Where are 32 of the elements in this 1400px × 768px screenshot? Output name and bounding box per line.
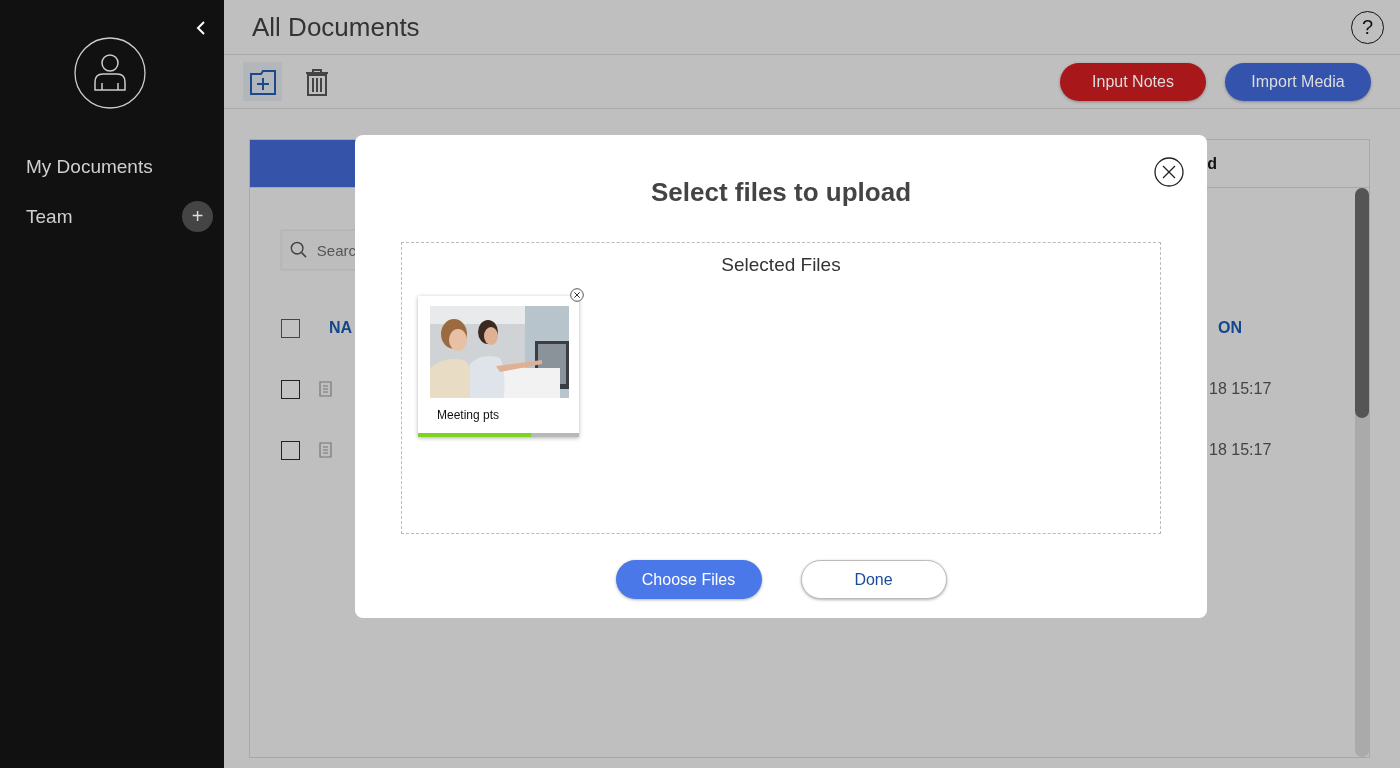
file-name: Meeting pts [437,408,501,422]
trash-icon[interactable] [305,67,329,96]
done-button[interactable]: Done [800,560,947,599]
document-icon [319,381,332,397]
nav-item[interactable]: My Documents [26,155,153,178]
table-cell: 18 15:17 [1209,380,1272,398]
checkbox[interactable] [281,440,300,460]
drop-zone[interactable]: Selected Files Meeting pts [401,242,1161,534]
new-folder-icon[interactable] [243,62,282,101]
checkbox[interactable] [281,318,300,338]
document-icon [319,442,332,458]
search-field[interactable]: Searc [281,230,357,270]
dropzone-title: Selected Files [721,254,841,276]
close-icon[interactable] [1154,157,1184,187]
page-title: All Documents [252,11,420,43]
column-header[interactable]: NA [329,319,353,337]
collapse-icon[interactable] [196,20,206,36]
dialog-title: Select files to upload [650,177,912,209]
file-card[interactable]: Meeting pts [418,296,579,437]
remove-icon[interactable] [570,288,584,302]
search-icon [290,240,308,260]
toolbar-button[interactable]: Input Notes [1060,62,1206,101]
checkbox[interactable] [281,379,300,399]
scrollbar-thumb[interactable] [1355,188,1369,418]
toolbar-button[interactable]: Import Media [1225,62,1371,101]
choose-files-button[interactable]: Choose Files [615,560,762,599]
avatar-icon[interactable] [74,37,146,109]
add-button[interactable]: + [182,201,213,232]
nav-item[interactable]: Team [26,205,73,228]
table-cell: 18 15:17 [1209,441,1272,459]
scrollbar[interactable] [1355,188,1369,757]
column-header[interactable]: ON [1218,319,1242,337]
